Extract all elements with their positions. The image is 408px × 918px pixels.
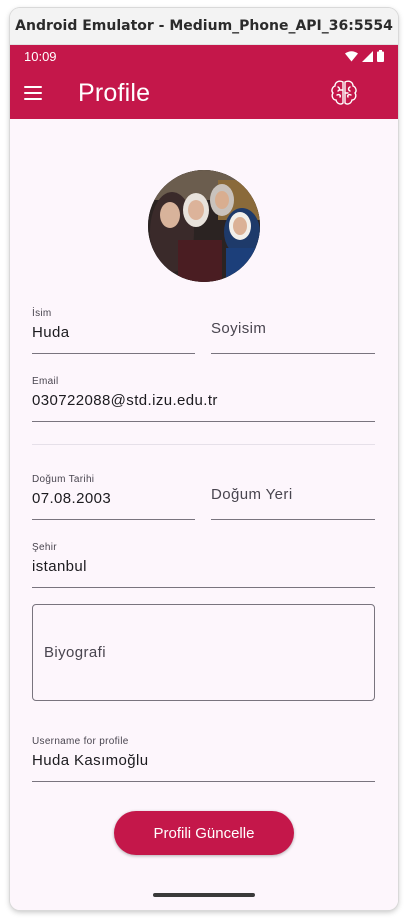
surname-field[interactable]: Soyisim [211, 308, 375, 354]
birth-place-field[interactable]: Doğum Yeri [211, 474, 375, 520]
page-title: Profile [78, 78, 151, 107]
update-profile-button[interactable]: Profili Güncelle [114, 811, 294, 855]
bio-textarea[interactable]: Biyografi [32, 604, 375, 701]
phone-screen: 10:09 Profile İsim Huda Soyisim Email 03… [10, 45, 398, 910]
username-label: Username for profile [32, 736, 129, 747]
surname-placeholder: Soyisim [211, 320, 267, 337]
city-value: istanbul [32, 558, 87, 575]
birth-date-label: Doğum Tarihi [32, 474, 95, 485]
status-icons [345, 50, 384, 62]
window-title: Android Emulator - Medium_Phone_API_36:5… [10, 8, 398, 45]
username-value: Huda Kasımoğlu [32, 752, 149, 769]
name-value: Huda [32, 324, 70, 341]
username-underline [32, 781, 375, 782]
status-time: 10:09 [24, 48, 57, 64]
section-divider [32, 444, 375, 445]
hamburger-menu-icon[interactable] [24, 81, 48, 105]
email-underline [32, 421, 375, 422]
email-label: Email [32, 376, 59, 387]
emulator-window: Android Emulator - Medium_Phone_API_36:5… [10, 8, 398, 910]
birth-place-placeholder: Doğum Yeri [211, 486, 293, 503]
wifi-icon [345, 50, 358, 61]
brain-icon [331, 80, 357, 105]
birth-date-value: 07.08.2003 [32, 490, 112, 507]
bio-placeholder: Biyografi [44, 644, 106, 661]
surname-underline [211, 353, 375, 354]
username-field[interactable]: Username for profile Huda Kasımoğlu [32, 736, 375, 782]
email-value: 030722088@std.izu.edu.tr [32, 392, 218, 409]
status-bar: 10:09 [10, 45, 398, 67]
avatar[interactable] [148, 170, 260, 282]
email-field[interactable]: Email 030722088@std.izu.edu.tr [32, 376, 375, 422]
birth-date-underline [32, 519, 195, 520]
app-bar: Profile [10, 67, 398, 119]
name-underline [32, 353, 195, 354]
birth-place-underline [211, 519, 375, 520]
city-underline [32, 587, 375, 588]
name-label: İsim [32, 308, 52, 319]
city-field[interactable]: Şehir istanbul [32, 542, 375, 588]
profile-form: İsim Huda Soyisim Email 030722088@std.iz… [10, 119, 398, 910]
battery-icon [377, 50, 384, 62]
name-field[interactable]: İsim Huda [32, 308, 195, 354]
city-label: Şehir [32, 542, 57, 553]
birth-date-field[interactable]: Doğum Tarihi 07.08.2003 [32, 474, 195, 520]
home-indicator[interactable] [153, 893, 255, 897]
signal-icon [362, 50, 373, 62]
